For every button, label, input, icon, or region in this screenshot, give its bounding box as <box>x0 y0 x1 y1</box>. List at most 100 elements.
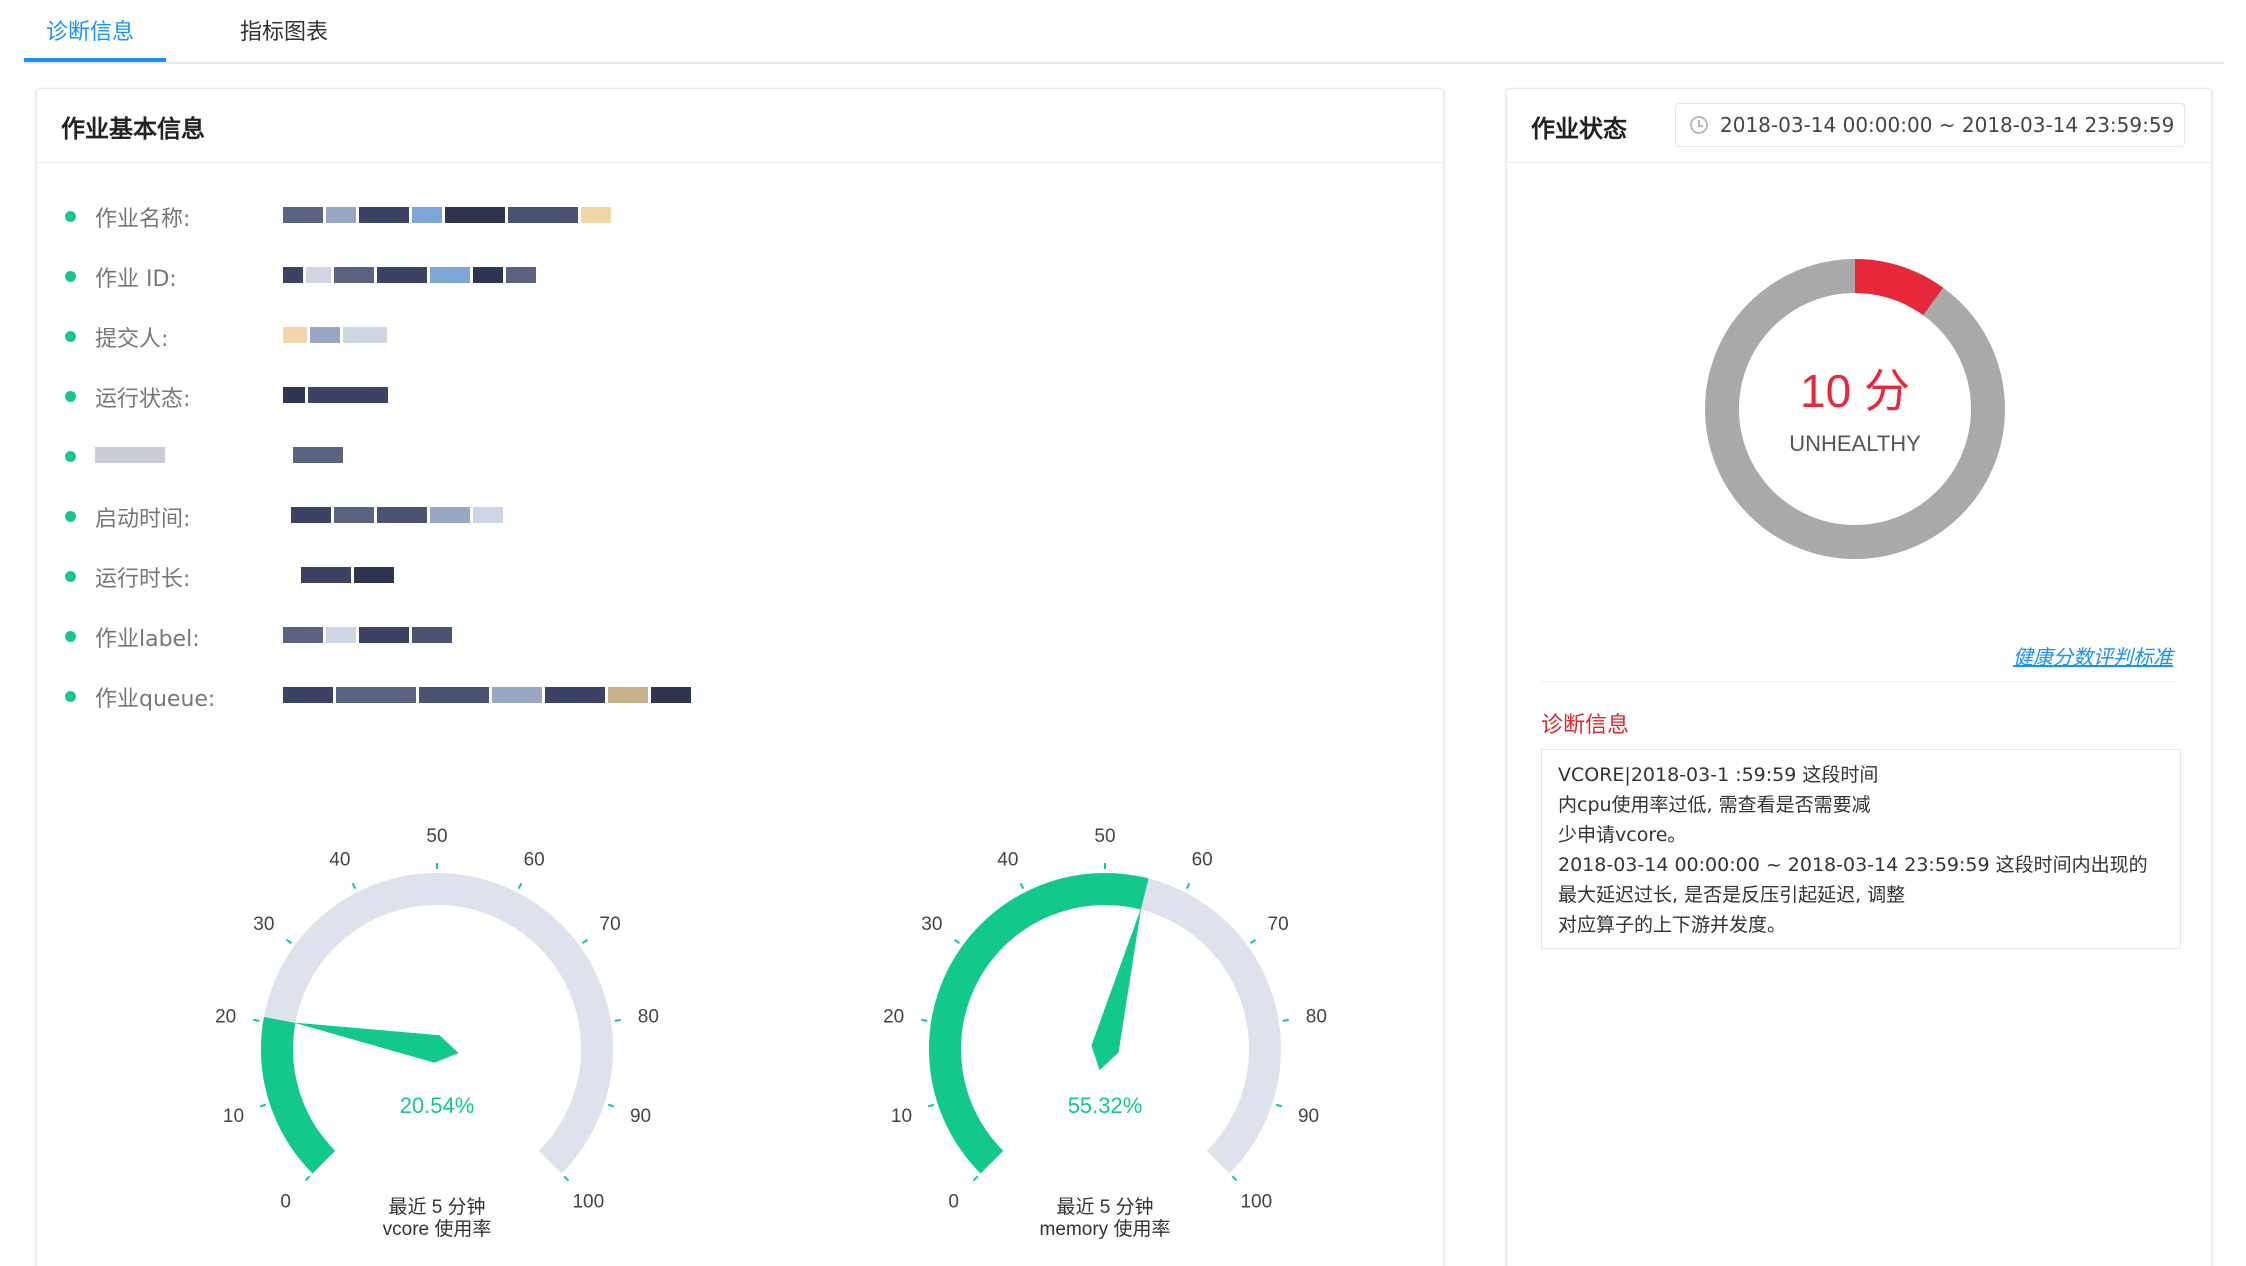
gauge-tick <box>927 1103 935 1108</box>
redacted-value <box>293 447 343 465</box>
health-score-donut: 10 分 UNHEALTHY <box>1705 259 2005 559</box>
gauge-tick-label: 70 <box>1268 914 1289 935</box>
redacted-value <box>283 267 536 285</box>
diagnosis-title: 诊断信息 <box>1541 713 1630 738</box>
tab-bar: 诊断信息 指标图表 <box>24 0 2224 64</box>
bullet-dot <box>65 631 76 642</box>
gauge-tick-label: 80 <box>638 1007 659 1028</box>
divider <box>1541 681 2177 682</box>
time-range-text: 2018-03-14 00:00:00 ~ 2018-03-14 23:59:5… <box>1720 113 2175 137</box>
redacted-value <box>283 207 611 225</box>
gauge-tick-label: 10 <box>891 1106 912 1127</box>
gauge-tick-label: 80 <box>1306 1007 1327 1028</box>
gauge-caption: 最近 5 分钟 <box>388 1196 485 1218</box>
gauge-tick-label: 70 <box>600 914 621 935</box>
gauge-tick <box>1282 1018 1289 1022</box>
bullet-dot <box>65 451 76 462</box>
gauge-tick <box>614 1018 621 1022</box>
active-tab-indicator <box>24 58 166 62</box>
gauge-tick <box>1231 1175 1238 1182</box>
info-label: 作业 ID: <box>95 267 177 292</box>
gauge-tick-label: 20 <box>883 1007 904 1028</box>
bullet-dot <box>65 571 76 582</box>
redacted-value <box>291 507 503 525</box>
redacted-value <box>283 387 388 405</box>
memory-usage-gauge: 0 10 20 30 40 50 60 70 80 90 100 55.32% 最近 5 分钟memor… <box>883 826 1327 1240</box>
bullet-dot <box>65 211 76 222</box>
gauge-tick <box>921 1018 928 1022</box>
gauge-tick <box>1185 882 1191 890</box>
redacted-value <box>301 567 394 585</box>
gauge-tick-label: 90 <box>1298 1106 1319 1127</box>
gauge-caption: vcore 使用率 <box>383 1218 492 1240</box>
gauge-tick <box>253 1018 260 1022</box>
gauge-tick <box>1250 938 1257 945</box>
gauge-tick <box>517 882 523 890</box>
redacted-value <box>283 687 691 705</box>
gauge-tick-label: 50 <box>1094 826 1115 847</box>
tab-diagnosis[interactable]: 诊断信息 <box>46 14 134 52</box>
gauge-caption: memory 使用率 <box>1040 1218 1171 1240</box>
info-label: 运行时长: <box>95 567 191 592</box>
time-range-picker[interactable]: 2018-03-14 00:00:00 ~ 2018-03-14 23:59:5… <box>1675 103 2185 147</box>
basic-info-title: 作业基本信息 <box>61 115 205 143</box>
gauge-tick-label: 100 <box>572 1191 604 1212</box>
tab-metrics-chart[interactable]: 指标图表 <box>240 14 328 52</box>
info-label: 运行状态: <box>95 387 191 412</box>
gauge-tick-label: 50 <box>426 826 447 847</box>
diagnosis-line: 对应算子的上下游并发度。 <box>1558 914 1787 936</box>
gauge-tick-label: 60 <box>524 849 545 870</box>
gauge-tick <box>953 938 960 945</box>
bullet-dot <box>65 271 76 282</box>
gauge-tick <box>351 882 357 890</box>
info-label: 启动时间: <box>95 507 191 532</box>
health-status-label: UNHEALTHY <box>1789 431 1921 456</box>
health-score-text: 10 分 <box>1800 365 1910 417</box>
redacted-value <box>283 327 387 345</box>
basic-info-card: 作业基本信息 作业名称: 作业 ID: 提交人: 运行状态: 启动时间: 运行时… <box>36 88 1444 1266</box>
gauge-tick-label: 20 <box>215 1007 236 1028</box>
gauge-tick <box>1275 1103 1283 1108</box>
gauge-tick-label: 0 <box>948 1191 959 1212</box>
job-status-title: 作业状态 <box>1531 115 1627 143</box>
diagnosis-line: 少申请vcore。 <box>1558 824 1687 846</box>
diagnosis-line: 2018-03-14 00:00:00 ~ 2018-03-14 23:59:5… <box>1558 854 2148 876</box>
gauge-value-text: 55.32% <box>1068 1093 1143 1118</box>
info-label-redacted <box>95 441 165 469</box>
vcore-usage-gauge: 0 10 20 30 40 50 60 70 80 90 100 20.54% 最近 5 分钟vcore… <box>215 826 659 1240</box>
bullet-dot <box>65 391 76 402</box>
gauge-tick-label: 60 <box>1192 849 1213 870</box>
gauge-value-arc <box>261 1017 336 1174</box>
info-label: 作业label: <box>95 627 200 652</box>
gauge-needle <box>1091 907 1142 1071</box>
gauge-tick-label: 40 <box>997 849 1018 870</box>
info-label: 作业queue: <box>95 687 216 712</box>
diagnosis-line: VCORE|2018-03-1 :59:59 这段时间 <box>1558 764 1879 786</box>
gauge-tick <box>972 1175 979 1182</box>
job-status-header: 作业状态 2018-03-14 00:00:00 ~ 2018-03-14 23… <box>1507 89 2211 163</box>
gauge-caption: 最近 5 分钟 <box>1056 1196 1153 1218</box>
info-label: 作业名称: <box>95 207 191 232</box>
gauge-tick <box>607 1103 615 1108</box>
diagnosis-line: 最大延迟过长, 是否是反压引起延迟, 调整 <box>1558 884 1906 906</box>
gauge-tick-label: 90 <box>630 1106 651 1127</box>
gauge-tick <box>259 1103 267 1108</box>
gauge-tick <box>304 1175 311 1182</box>
health-score-criteria-link[interactable]: 健康分数评判标准 <box>2013 641 2173 670</box>
gauge-tick-label: 40 <box>329 849 350 870</box>
info-label: 提交人: <box>95 327 169 352</box>
gauge-tick-label: 10 <box>223 1106 244 1127</box>
bullet-dot <box>65 691 76 702</box>
diagnosis-line: 内cpu使用率过低, 需查看是否需要减 <box>1558 794 1871 816</box>
gauge-tick <box>285 938 292 945</box>
diagnosis-box: VCORE|2018-03-1 :59:59 这段时间 内cpu使用率过低, 需… <box>1541 749 2181 949</box>
gauge-tick <box>582 938 589 945</box>
gauge-tick-label: 30 <box>921 914 942 935</box>
gauge-needle <box>293 1022 459 1063</box>
gauge-tick-label: 30 <box>253 914 274 935</box>
gauge-value-text: 20.54% <box>400 1093 475 1118</box>
basic-info-header: 作业基本信息 <box>37 89 1443 163</box>
gauge-tick-label: 0 <box>280 1191 291 1212</box>
redacted-value <box>283 627 452 645</box>
bullet-dot <box>65 511 76 522</box>
